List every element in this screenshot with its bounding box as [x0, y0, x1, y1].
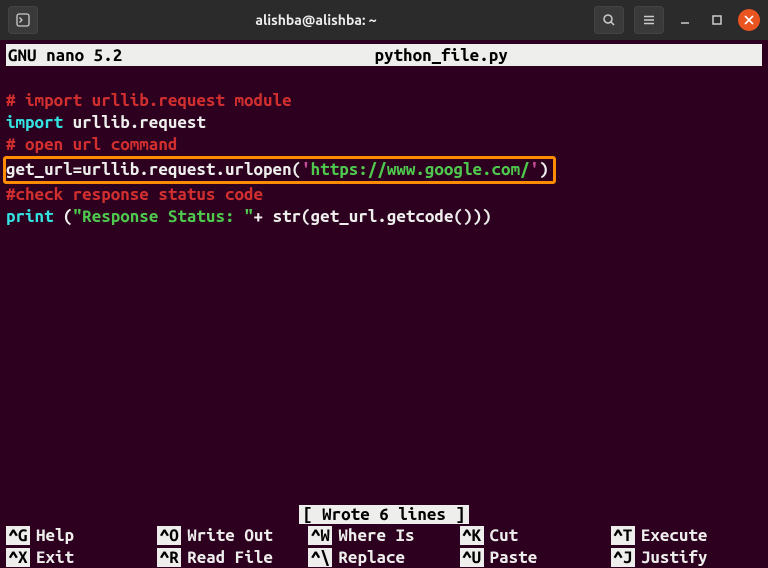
code-comment: # import urllib.request module [6, 91, 292, 110]
new-tab-button[interactable] [8, 6, 38, 34]
shortcut-execute[interactable]: ^TExecute [611, 526, 762, 545]
hamburger-icon [642, 13, 656, 27]
terminal-icon [16, 13, 30, 27]
nano-app-name: GNU nano 5.2 [8, 46, 122, 65]
shortcut-row: ^GHelp ^OWrite Out ^WWhere Is ^KCut ^TEx… [6, 524, 762, 546]
nano-shortcuts: ^GHelp ^OWrite Out ^WWhere Is ^KCut ^TEx… [0, 524, 768, 568]
nano-status-line: [ Wrote 6 lines ] [0, 505, 768, 524]
code-quote: ' [530, 160, 540, 179]
maximize-button[interactable] [706, 9, 728, 31]
code-quote: ' [301, 160, 311, 179]
shortcut-writeout[interactable]: ^OWrite Out [157, 526, 308, 545]
minimize-icon [679, 14, 691, 26]
code-text: get_url=urllib.request.urlopen( [6, 160, 301, 179]
window-title: alishba@alishba: ~ [38, 12, 594, 28]
close-button[interactable] [738, 9, 760, 31]
code-string: "Response Status: " [73, 207, 254, 226]
titlebar-right-controls [594, 6, 760, 34]
maximize-icon [711, 14, 723, 26]
code-text: + str(get_url.getcode())) [254, 207, 492, 226]
nano-header: GNU nano 5.2 python_file.py [6, 44, 762, 66]
editor-content[interactable]: # import urllib.request module import ur… [0, 66, 768, 250]
search-icon [602, 13, 616, 27]
search-button[interactable] [594, 6, 624, 34]
shortcut-row: ^XExit ^RRead File ^\Replace ^UPaste ^JJ… [6, 546, 762, 568]
code-comment: # open url command [6, 135, 177, 154]
highlighted-line: get_url=urllib.request.urlopen('https://… [3, 156, 556, 184]
shortcut-cut[interactable]: ^KCut [460, 526, 611, 545]
nano-status-text: [ Wrote 6 lines ] [299, 505, 469, 524]
code-keyword: print [6, 207, 54, 226]
close-icon [744, 15, 754, 25]
code-comment: #check response status code [6, 185, 263, 204]
minimize-button[interactable] [674, 9, 696, 31]
window-titlebar: alishba@alishba: ~ [0, 0, 768, 40]
code-text: urllib.request [63, 113, 206, 132]
menu-button[interactable] [634, 6, 664, 34]
code-text: ( [54, 207, 73, 226]
code-text: ) [539, 160, 549, 179]
titlebar-left-controls [8, 6, 38, 34]
shortcut-help[interactable]: ^GHelp [6, 526, 157, 545]
terminal-area[interactable]: GNU nano 5.2 python_file.py # import url… [0, 44, 768, 568]
nano-filename: python_file.py [122, 46, 760, 65]
code-keyword: import [6, 113, 63, 132]
code-string: https://www.google.com/ [311, 160, 530, 179]
shortcut-whereis[interactable]: ^WWhere Is [308, 526, 459, 545]
